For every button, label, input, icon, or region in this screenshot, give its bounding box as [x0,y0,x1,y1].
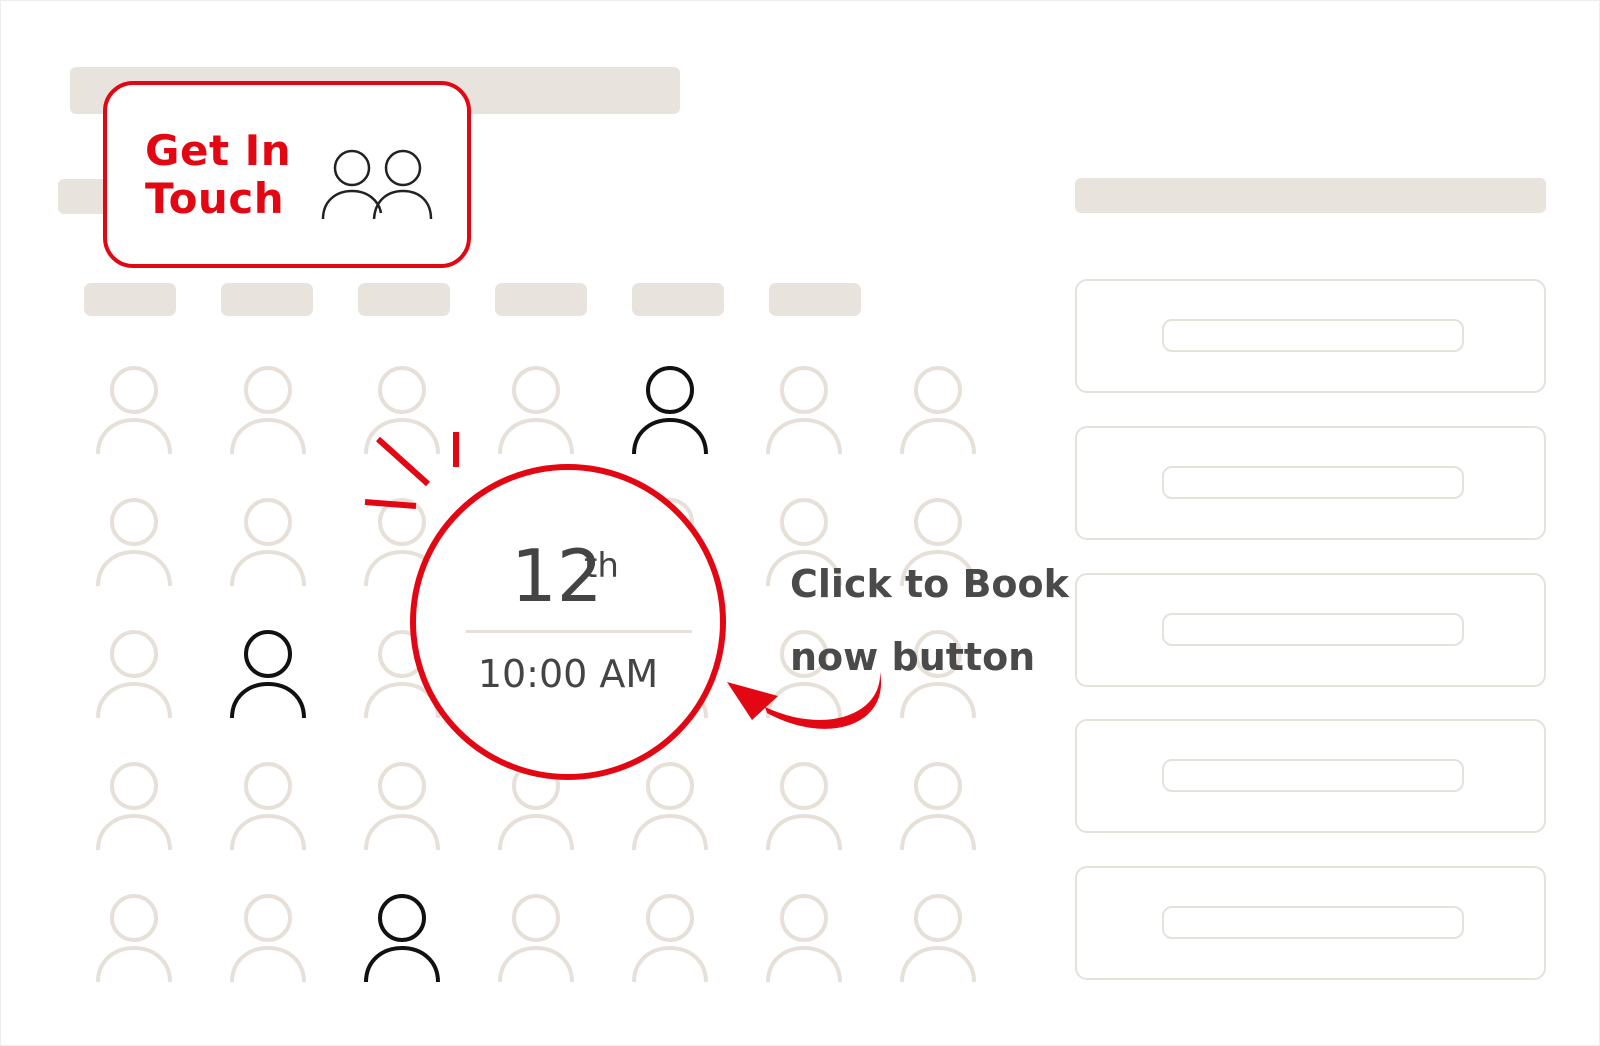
person-icon[interactable] [766,761,842,851]
tab-placeholder-4[interactable] [495,283,587,316]
placeholder-sidebar-header [1075,178,1546,213]
person-icon-active[interactable] [230,629,306,719]
person-icon[interactable] [900,893,976,983]
get-in-touch-line1: Get In [145,126,292,175]
highlight-burst-icon [364,432,459,509]
person-icon-active[interactable] [632,365,708,455]
person-icon[interactable] [766,893,842,983]
booking-time: 10:00 AM [477,652,659,696]
person-icon[interactable] [230,893,306,983]
annotation-line1: Click to Book [790,562,1069,606]
get-in-touch-label: Get In Touch [145,127,291,223]
booking-divider [466,630,692,633]
get-in-touch-button[interactable]: Get In Touch [103,81,471,268]
person-icon[interactable] [230,761,306,851]
person-icon[interactable] [364,761,440,851]
annotation-line2: now button [790,635,1036,679]
tab-placeholder-1[interactable] [84,283,176,316]
tab-placeholder-2[interactable] [221,283,313,316]
person-icon[interactable] [96,629,172,719]
slot-card-field [1162,759,1464,792]
person-icon[interactable] [900,365,976,455]
person-icon[interactable] [230,497,306,587]
person-icon[interactable] [96,893,172,983]
person-icon[interactable] [498,893,574,983]
person-icon[interactable] [96,497,172,587]
person-icon[interactable] [900,761,976,851]
person-icon[interactable] [230,365,306,455]
person-icon[interactable] [498,365,574,455]
slot-card-field [1162,319,1464,352]
person-icon[interactable] [632,761,708,851]
person-icon-active[interactable] [364,893,440,983]
slot-card[interactable] [1075,426,1546,540]
people-icon [321,149,433,220]
slot-card[interactable] [1075,719,1546,833]
tab-placeholder-6[interactable] [769,283,861,316]
booking-day-suffix: th [584,546,619,586]
annotation-text: Click to Book now button [790,548,1069,694]
tab-placeholder-5[interactable] [632,283,724,316]
slot-card[interactable] [1075,866,1546,980]
person-icon[interactable] [632,893,708,983]
slot-card[interactable] [1075,573,1546,687]
person-icon[interactable] [766,365,842,455]
person-icon[interactable] [96,365,172,455]
person-icon[interactable] [96,761,172,851]
slot-card-field [1162,906,1464,939]
slot-card-field [1162,466,1464,499]
tab-placeholder-3[interactable] [358,283,450,316]
slot-card[interactable] [1075,279,1546,393]
book-now-button[interactable]: 12 th 10:00 AM [410,464,726,780]
get-in-touch-line2: Touch [145,174,285,223]
slot-card-field [1162,613,1464,646]
